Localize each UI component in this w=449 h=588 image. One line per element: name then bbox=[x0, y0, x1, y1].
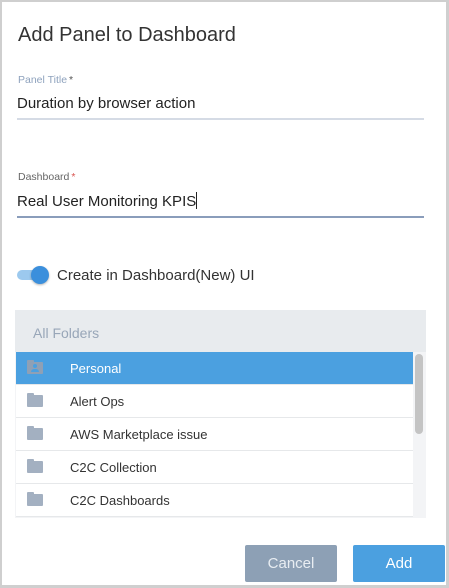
personal-folder-icon bbox=[27, 360, 43, 374]
folder-item-c2c-collection[interactable]: C2C Collection bbox=[16, 451, 413, 484]
folder-label: Personal bbox=[70, 360, 122, 376]
panel-title-label: Panel Title * bbox=[18, 74, 73, 86]
toggle-knob bbox=[31, 266, 49, 284]
cancel-button[interactable]: Cancel bbox=[245, 545, 337, 582]
required-marker: * bbox=[69, 74, 74, 86]
folder-picker: All Folders Personal Alert Ops AWS Marke… bbox=[15, 310, 426, 518]
text-caret bbox=[196, 192, 198, 209]
folder-list: Personal Alert Ops AWS Marketplace issue… bbox=[16, 352, 413, 517]
panel-title-input[interactable]: Duration by browser action bbox=[17, 95, 424, 120]
folder-label: AWS Marketplace issue bbox=[70, 426, 208, 442]
folder-icon bbox=[27, 393, 43, 407]
folders-header: All Folders bbox=[15, 310, 426, 352]
folder-list-scrollbar[interactable] bbox=[415, 354, 423, 434]
folder-icon bbox=[27, 492, 43, 506]
folder-item-c2c-dashboards[interactable]: C2C Dashboards bbox=[16, 484, 413, 517]
folder-label: Alert Ops bbox=[70, 393, 125, 409]
folder-label: C2C Collection bbox=[70, 459, 157, 475]
new-ui-toggle[interactable] bbox=[17, 266, 49, 284]
dashboard-input-value: Real User Monitoring KPIS bbox=[17, 193, 197, 210]
folder-icon bbox=[27, 426, 43, 440]
folder-label: C2C Dashboards bbox=[70, 492, 170, 508]
dashboard-label: Dashboard * bbox=[18, 171, 75, 183]
dashboard-input[interactable]: Real User Monitoring KPIS bbox=[17, 192, 424, 218]
new-ui-toggle-label: Create in Dashboard(New) UI bbox=[57, 267, 255, 284]
add-button[interactable]: Add bbox=[353, 545, 445, 582]
folder-item-aws-marketplace-issue[interactable]: AWS Marketplace issue bbox=[16, 418, 413, 451]
folder-item-personal[interactable]: Personal bbox=[16, 352, 413, 385]
required-marker: * bbox=[71, 171, 76, 183]
folder-item-alert-ops[interactable]: Alert Ops bbox=[16, 385, 413, 418]
panel-title-label-text: Panel Title bbox=[18, 74, 68, 86]
folder-icon bbox=[27, 459, 43, 473]
dashboard-label-text: Dashboard bbox=[18, 171, 70, 183]
dialog-title: Add Panel to Dashboard bbox=[18, 24, 236, 46]
